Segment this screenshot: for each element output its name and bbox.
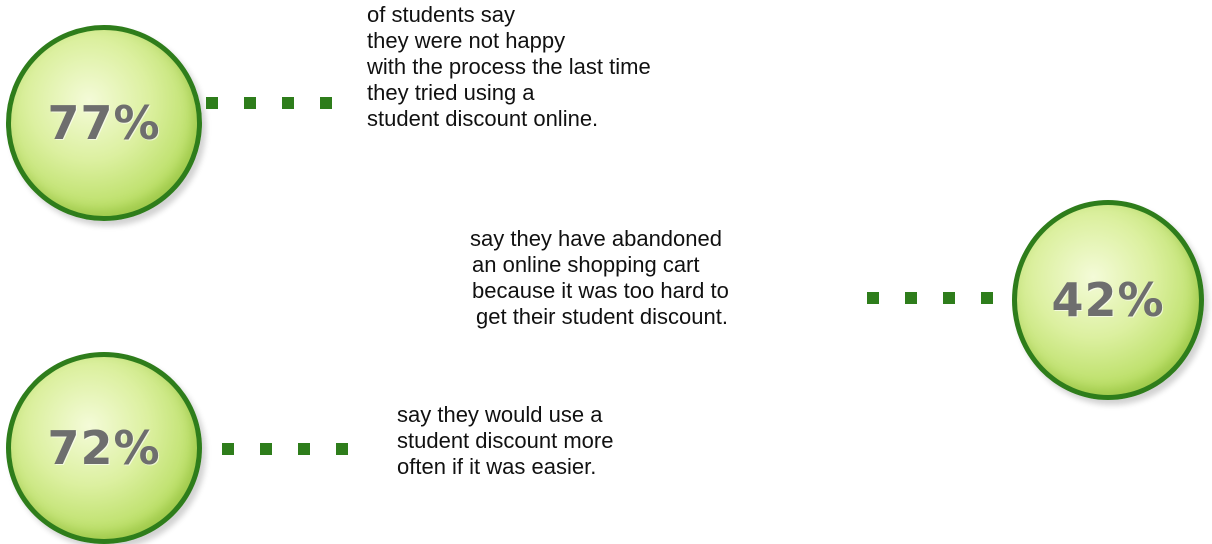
- connector-dot: [905, 292, 917, 304]
- caption-line: because it was too hard to: [472, 278, 729, 303]
- caption-line: they tried using a: [367, 80, 535, 105]
- connector-dot: [298, 443, 310, 455]
- connector-dot: [981, 292, 993, 304]
- caption-line: they were not happy: [367, 28, 566, 53]
- caption-line: say they would use a: [397, 402, 603, 427]
- stat-caption-42: say they have abandoned an online shoppi…: [470, 226, 729, 330]
- stat-value: 77%: [47, 96, 161, 150]
- connector-dot: [244, 97, 256, 109]
- connector-dot: [260, 443, 272, 455]
- stat-circle-77: 77%: [6, 25, 202, 221]
- connector-dots: [867, 292, 993, 304]
- caption-line: student discount more: [397, 428, 614, 453]
- connector-dot: [320, 97, 332, 109]
- connector-dot: [282, 97, 294, 109]
- caption-line: an online shopping cart: [472, 252, 700, 277]
- caption-line: of students say: [367, 2, 515, 27]
- connector-dots: [222, 443, 348, 455]
- connector-dot: [336, 443, 348, 455]
- connector-dot: [206, 97, 218, 109]
- connector-dots: [206, 97, 332, 109]
- stat-value: 42%: [1051, 273, 1165, 327]
- caption-line: with the process the last time: [367, 54, 651, 79]
- stat-caption-77: of students say they were not happy with…: [367, 2, 651, 132]
- caption-line: student discount online.: [367, 106, 599, 131]
- connector-dot: [222, 443, 234, 455]
- stat-circle-42: 42%: [1012, 200, 1204, 400]
- caption-line: get their student discount.: [476, 304, 728, 329]
- connector-dot: [867, 292, 879, 304]
- stat-value: 72%: [47, 421, 161, 475]
- stat-circle-72: 72%: [6, 352, 202, 544]
- connector-dot: [943, 292, 955, 304]
- stat-caption-72: say they would use a student discount mo…: [397, 402, 613, 480]
- caption-line: say they have abandoned: [470, 226, 722, 251]
- caption-line: often if it was easier.: [397, 454, 597, 479]
